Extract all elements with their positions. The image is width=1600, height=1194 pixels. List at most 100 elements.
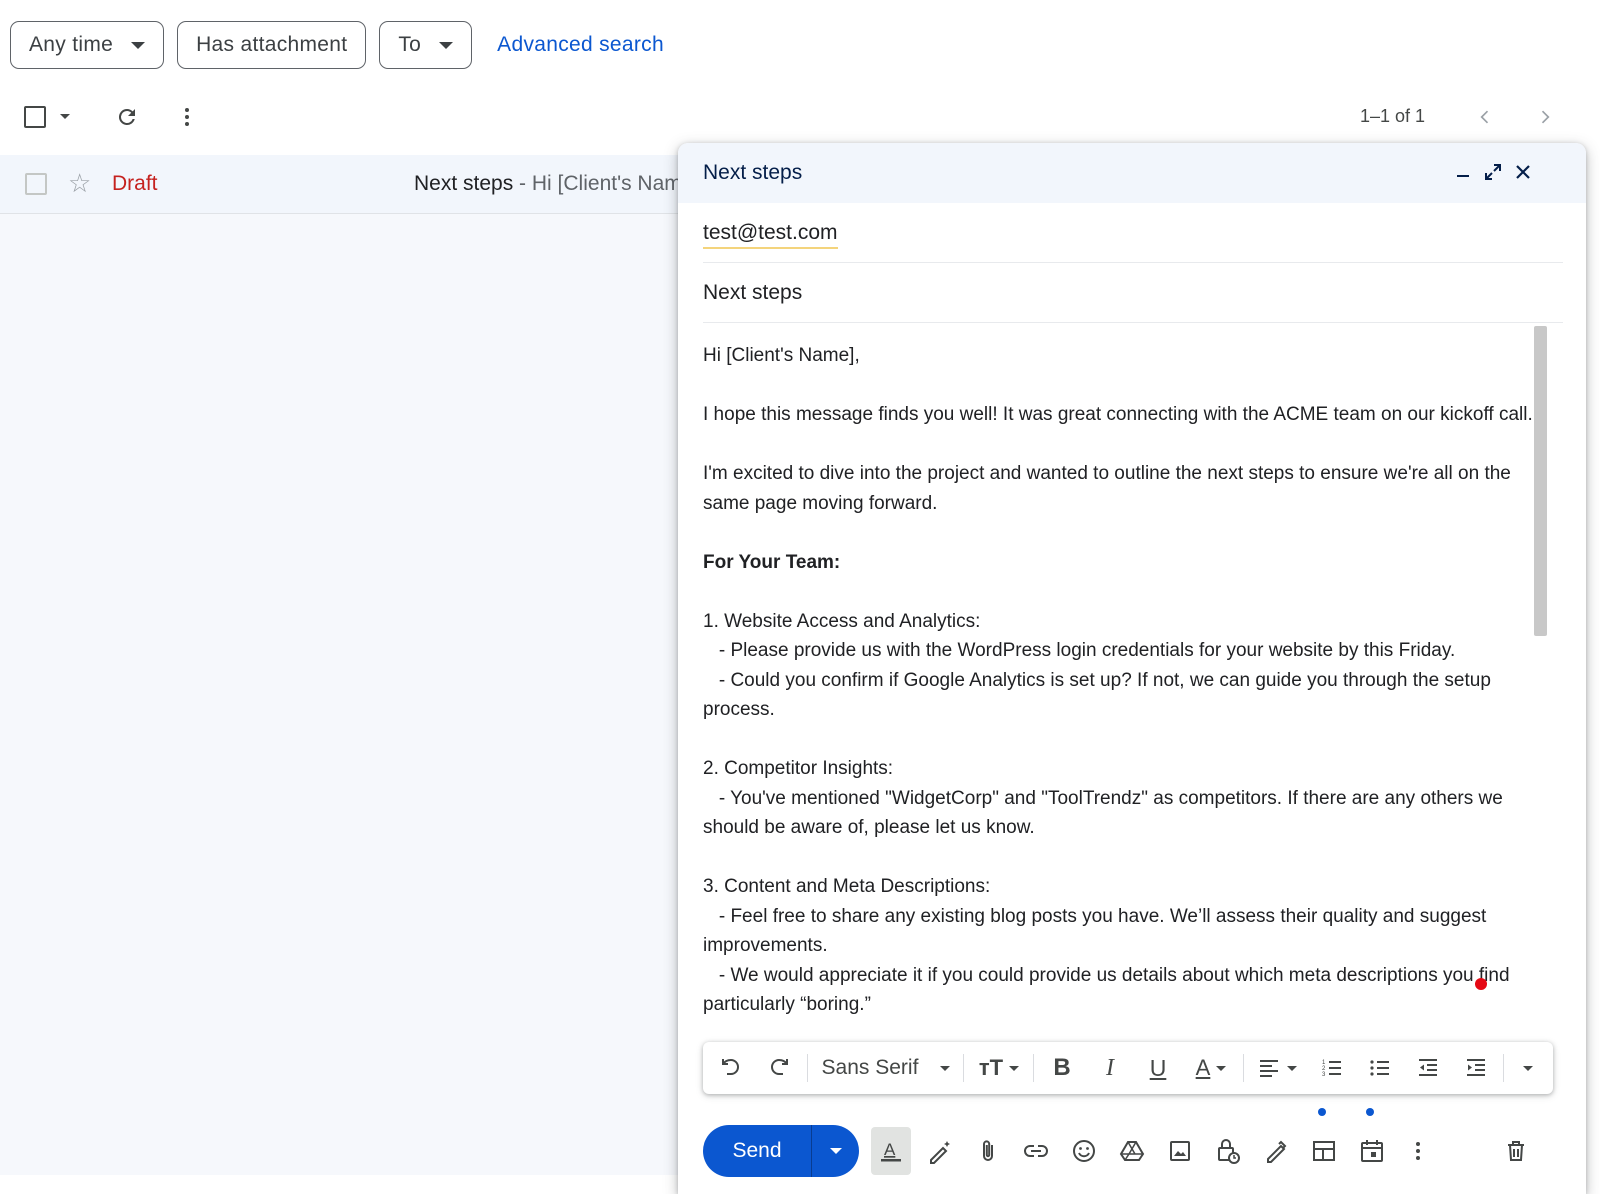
chevron-down-icon: [1287, 1065, 1297, 1071]
body-line: - Please provide us with the WordPress l…: [703, 640, 1456, 661]
pagination-count: 1–1 of 1: [1360, 106, 1426, 126]
photo-icon[interactable]: [1160, 1127, 1200, 1175]
indent-less-icon[interactable]: [1409, 1042, 1447, 1094]
recipient-chip[interactable]: test@test.com: [703, 221, 838, 249]
chevron-down-icon: [1523, 1065, 1533, 1071]
chevron-down-icon: [1216, 1065, 1227, 1071]
minimize-icon[interactable]: [1448, 157, 1478, 187]
subject-field[interactable]: Next steps: [703, 263, 1563, 323]
text-color-icon[interactable]: A: [1187, 1042, 1235, 1094]
list-item[interactable]: ☆ Draft Next steps - Hi [Client's Name],: [0, 155, 680, 214]
select-all-checkbox[interactable]: [24, 106, 46, 128]
any-time-filter[interactable]: Any time: [10, 21, 165, 69]
formatting-toggle-icon[interactable]: A: [871, 1127, 911, 1175]
underline-icon[interactable]: U: [1139, 1042, 1177, 1094]
send-options-button[interactable]: [811, 1125, 859, 1177]
compose-window: Next steps test@test.com Next steps Hi […: [678, 143, 1586, 1194]
chevron-down-icon: [940, 1065, 951, 1071]
help-me-write-icon[interactable]: [920, 1127, 960, 1175]
compose-header[interactable]: Next steps: [678, 143, 1586, 203]
text-color-glyph: A: [1195, 1055, 1211, 1080]
more-options-icon[interactable]: [1398, 1127, 1438, 1175]
refresh-icon[interactable]: [114, 104, 140, 130]
signature-icon[interactable]: [1256, 1127, 1296, 1175]
chevron-down-icon: [60, 114, 70, 119]
chevron-down-icon: [829, 1148, 842, 1154]
chevron-down-icon: [439, 41, 454, 49]
attach-icon[interactable]: [968, 1127, 1008, 1175]
send-group: Send: [703, 1125, 859, 1177]
body-line: [703, 371, 1533, 401]
align-icon[interactable]: [1253, 1042, 1301, 1094]
recipients-field[interactable]: test@test.com: [703, 203, 1563, 263]
row-snippet: Hi [Client's Name],: [531, 172, 680, 195]
text-size-icon[interactable]: тT: [973, 1042, 1025, 1094]
bold-icon[interactable]: B: [1043, 1042, 1081, 1094]
formatting-options-icon[interactable]: [1511, 1042, 1545, 1094]
body-scrollbar[interactable]: [1533, 323, 1547, 1103]
body-line: 1. Website Access and Analytics:: [703, 610, 981, 632]
select-options-dropdown[interactable]: [60, 114, 70, 119]
numbered-list-icon[interactable]: 123: [1313, 1042, 1351, 1094]
undo-icon[interactable]: [713, 1042, 749, 1094]
more-vert-icon[interactable]: [174, 104, 200, 130]
emoji-icon[interactable]: [1064, 1127, 1104, 1175]
to-label: To: [398, 33, 422, 56]
star-icon[interactable]: ☆: [68, 168, 91, 199]
body-line: I hope this message finds you well! It w…: [703, 404, 1533, 425]
toolbar-divider: [807, 1054, 808, 1082]
search-filter-chips: Any time Has attachment To Advanced sear…: [10, 21, 664, 69]
text-size-glyph: тT: [978, 1055, 1004, 1080]
chevron-down-icon: [131, 41, 146, 49]
toolbar-divider: [1503, 1054, 1504, 1082]
bold-glyph: B: [1053, 1054, 1071, 1081]
subject-text: Next steps: [703, 281, 803, 304]
row-separator: -: [513, 172, 532, 195]
bulleted-list-icon[interactable]: [1361, 1042, 1399, 1094]
chevron-right-icon[interactable]: [1532, 104, 1558, 130]
body-line: - Feel free to share any existing blog p…: [703, 905, 1492, 957]
link-icon[interactable]: [1016, 1127, 1056, 1175]
has-attachment-label: Has attachment: [196, 33, 348, 56]
to-filter[interactable]: To: [379, 21, 473, 69]
advanced-search-link[interactable]: Advanced search: [497, 33, 664, 57]
gmail-page: Any time Has attachment To Advanced sear…: [0, 0, 1600, 1194]
schedule-icon[interactable]: [1352, 1127, 1392, 1175]
body-line: 2. Competitor Insights:: [703, 758, 894, 779]
close-icon[interactable]: [1508, 157, 1538, 187]
body-line: [703, 843, 1533, 873]
has-attachment-filter[interactable]: Has attachment: [177, 21, 367, 69]
italic-glyph: I: [1106, 1054, 1114, 1081]
send-button[interactable]: Send: [703, 1125, 811, 1177]
italic-icon[interactable]: I: [1091, 1042, 1129, 1094]
svg-text:A: A: [884, 1140, 896, 1159]
body-line: 3. Content and Meta Descriptions:: [703, 876, 991, 897]
body-line: - You've mentioned "WidgetCorp" and "Too…: [703, 787, 1509, 839]
chevron-left-icon[interactable]: [1472, 104, 1498, 130]
font-family-label: Sans Serif: [821, 1056, 919, 1079]
row-checkbox[interactable]: [25, 173, 47, 195]
scrollbar-thumb[interactable]: [1534, 326, 1547, 636]
discard-icon[interactable]: [1496, 1127, 1536, 1175]
toolbar-divider: [1243, 1054, 1244, 1082]
body-line: [703, 430, 1533, 460]
body-line: Hi [Client's Name],: [703, 345, 860, 366]
expand-icon[interactable]: [1478, 157, 1508, 187]
underline-glyph: U: [1149, 1054, 1167, 1081]
toolbar-divider: [1033, 1054, 1034, 1082]
message-body[interactable]: Hi [Client's Name], I hope this message f…: [703, 323, 1563, 1103]
checkbox-box: [24, 106, 46, 128]
row-subject: Next steps: [414, 172, 514, 195]
layouts-icon[interactable]: [1304, 1127, 1344, 1175]
font-family-select[interactable]: Sans Serif: [816, 1042, 956, 1094]
indent-more-icon[interactable]: [1457, 1042, 1495, 1094]
body-line: For Your Team:: [703, 551, 841, 573]
formatting-toolbar: Sans Serif тT B I U A 1 2 3: [703, 1042, 1553, 1094]
body-line: - Could you confirm if Google Analytics …: [703, 669, 1497, 721]
confidential-icon[interactable]: [1208, 1127, 1248, 1175]
chevron-down-icon: [1009, 1065, 1020, 1071]
body-line: [703, 577, 1533, 607]
drive-icon[interactable]: [1112, 1127, 1152, 1175]
row-subject-line: Next steps - Hi [Client's Name],: [414, 172, 680, 196]
redo-icon[interactable]: [761, 1042, 797, 1094]
